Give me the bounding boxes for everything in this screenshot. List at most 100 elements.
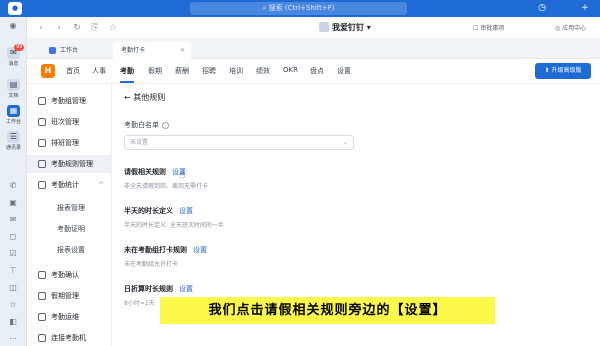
outside-group-rule-settings-link[interactable]: 设置 bbox=[193, 246, 207, 254]
halfday-rule-settings-link[interactable]: 设置 bbox=[179, 207, 193, 215]
hr-app-logo-icon: H bbox=[41, 64, 55, 78]
contacts-icon: ☰ bbox=[7, 131, 20, 143]
side-item-leave-management[interactable]: 假期管理 bbox=[27, 287, 112, 305]
menu-okr[interactable]: OKR bbox=[283, 66, 298, 74]
side-item-shift-management[interactable]: 班次管理 bbox=[27, 113, 112, 131]
mail-icon[interactable]: ✉ bbox=[7, 215, 19, 225]
rule-desc-outside-group: 未在考勤组允许打卡 bbox=[124, 261, 179, 268]
rail-label: 工作台 bbox=[5, 119, 21, 125]
star-icon[interactable]: ☆ bbox=[7, 300, 19, 310]
calendar-icon[interactable]: ▣ bbox=[7, 198, 19, 208]
menu-payroll[interactable]: 薪酬 bbox=[175, 66, 189, 76]
add-icon[interactable]: + bbox=[578, 2, 592, 15]
menu-inventory[interactable]: 盘点 bbox=[310, 66, 324, 76]
whitelist-label: 考勤白名单 bbox=[124, 120, 169, 130]
left-rail: ◉ ✉ 消息 99 ▤ 文档 ▦ 工作台 ☰ 通讯录 ✆ ▣ ✉ ◻ ☑ ⊤ ◫… bbox=[0, 17, 27, 346]
chevron-up-icon: ^ bbox=[98, 181, 104, 189]
rule-title-halfday: 半天的时长定义 设置 bbox=[124, 207, 193, 215]
workbench-icon: ▦ bbox=[7, 105, 20, 117]
chat-icon[interactable]: ◻ bbox=[7, 232, 19, 242]
side-item-operations[interactable]: 考勤运维 bbox=[27, 308, 112, 326]
side-item-report-settings[interactable]: 报表设置 bbox=[27, 241, 112, 259]
video-caption: 我们点击请假相关规则旁边的【设置】 bbox=[160, 297, 495, 324]
operations-icon bbox=[38, 313, 46, 321]
unread-badge: 99 bbox=[14, 44, 25, 51]
menu-attendance[interactable]: 考勤 bbox=[120, 66, 134, 83]
side-item-connect-device[interactable]: 连接考勤机 bbox=[27, 329, 112, 346]
statistics-icon bbox=[38, 181, 46, 189]
menu-performance[interactable]: 绩效 bbox=[256, 66, 270, 76]
shift-icon bbox=[38, 118, 46, 126]
tab-workbench[interactable]: 工作台 bbox=[41, 42, 86, 59]
rules-icon bbox=[38, 160, 46, 168]
side-menu: 考勤组管理 班次管理 排班管理 考勤规则管理 考勤统计 ^ 报表管理 考勤证明 报… bbox=[27, 84, 112, 346]
search-placeholder: 搜索 (Ctrl+Shift+F) bbox=[268, 4, 335, 12]
schedule-icon bbox=[38, 139, 46, 147]
side-item-confirmation[interactable]: 考勤确认 bbox=[27, 266, 112, 284]
rail-item-docs[interactable]: ▤ 文档 bbox=[0, 79, 27, 99]
rail-item-workbench[interactable]: ▦ 工作台 bbox=[0, 105, 27, 125]
rule-desc-daily-conversion: 8小时=1天 bbox=[124, 300, 155, 307]
book-icon[interactable]: ◧ bbox=[7, 317, 19, 327]
side-item-report-management[interactable]: 报表管理 bbox=[27, 199, 112, 217]
todo-icon[interactable]: ☑ bbox=[7, 249, 19, 259]
back-arrow-icon[interactable]: ‹ bbox=[35, 22, 47, 34]
refresh-icon[interactable]: ↻ bbox=[71, 22, 83, 34]
menu-home[interactable]: 首页 bbox=[66, 66, 80, 76]
upgrade-button[interactable]: ⬆ 升级高级版 bbox=[535, 63, 591, 79]
menu-personnel[interactable]: 人事 bbox=[92, 66, 106, 76]
confirm-icon bbox=[38, 271, 46, 279]
menu-settings[interactable]: 设置 bbox=[337, 66, 351, 76]
menu-training[interactable]: 培训 bbox=[229, 66, 243, 76]
app-center-link[interactable]: ◎ 应用中心 bbox=[555, 23, 586, 32]
chevron-down-icon: ⌄ bbox=[342, 139, 348, 146]
back-link[interactable]: ← 其他规则 bbox=[124, 92, 165, 103]
rail-label: 文档 bbox=[8, 93, 19, 99]
tab-bar: 工作台 考勤打卡 ✕ bbox=[27, 39, 600, 59]
phone-icon[interactable]: ✆ bbox=[7, 181, 19, 191]
rule-title-outside-group: 未在考勤组打卡规则 设置 bbox=[124, 246, 207, 254]
side-item-statistics[interactable]: 考勤统计 ^ bbox=[27, 176, 112, 194]
forward-arrow-icon[interactable]: › bbox=[53, 22, 65, 34]
rule-title-daily-conversion: 日折算时长规则 设置 bbox=[124, 285, 193, 293]
back-arrow-icon: ← bbox=[124, 93, 131, 102]
tab-attendance[interactable]: 考勤打卡 ✕ bbox=[113, 42, 191, 59]
org-icon bbox=[319, 22, 329, 32]
menu-recruit[interactable]: 招聘 bbox=[202, 66, 216, 76]
document-icon: ▤ bbox=[7, 79, 20, 91]
rule-title-leave: 请假相关规则 设置 bbox=[124, 168, 186, 176]
workbench-tab-icon bbox=[49, 47, 56, 54]
app-logo-icon: ● bbox=[8, 2, 22, 15]
rail-label: 通讯录 bbox=[5, 145, 21, 151]
global-search-input[interactable]: ⌕ 搜索 (Ctrl+Shift+F) bbox=[190, 2, 407, 15]
side-item-attendance-proof[interactable]: 考勤证明 bbox=[27, 220, 112, 238]
side-item-group-management[interactable]: 考勤组管理 bbox=[27, 92, 112, 110]
menu-leave[interactable]: 假期 bbox=[148, 66, 162, 76]
side-item-rules-management[interactable]: 考勤规则管理 bbox=[27, 155, 112, 173]
navigation-bar: ‹ › ↻ ⎘ ☆ 我爱钉钉 ▾ ☐ 审批事项 ◎ 应用中心 bbox=[27, 17, 600, 39]
drive-icon[interactable]: ◫ bbox=[7, 283, 19, 293]
whitelist-select[interactable]: 未设置 ⌄ bbox=[124, 135, 354, 150]
pin-icon[interactable]: ⊤ bbox=[7, 266, 19, 276]
clock-icon[interactable]: ◷ bbox=[535, 2, 549, 15]
module-menu: H 首页 人事 考勤 假期 薪酬 招聘 培训 绩效 OKR 盘点 设置 ⬆ 升级… bbox=[27, 59, 600, 84]
approval-link[interactable]: ☐ 审批事项 bbox=[473, 23, 504, 32]
rail-label: 消息 bbox=[8, 61, 19, 67]
rail-item-message[interactable]: ✉ 消息 99 bbox=[0, 44, 27, 67]
device-icon bbox=[38, 334, 46, 342]
side-item-schedule-management[interactable]: 排班管理 bbox=[27, 134, 112, 152]
daily-conversion-rule-settings-link[interactable]: 设置 bbox=[179, 285, 193, 293]
favorite-icon[interactable]: ☆ bbox=[107, 22, 119, 34]
share-icon[interactable]: ⎘ bbox=[89, 22, 101, 34]
mouse-cursor-icon: ☝ bbox=[179, 170, 186, 181]
rail-item-contacts[interactable]: ☰ 通讯录 bbox=[0, 131, 27, 151]
org-title[interactable]: 我爱钉钉 ▾ bbox=[332, 22, 371, 33]
group-icon bbox=[38, 97, 46, 105]
info-icon[interactable] bbox=[162, 121, 169, 129]
leave-icon bbox=[38, 292, 46, 300]
title-bar: ● ⌕ 搜索 (Ctrl+Shift+F) ◷ + bbox=[0, 0, 600, 17]
more-apps-icon[interactable]: ⋯ bbox=[7, 334, 19, 344]
avatar-icon[interactable]: ◉ bbox=[7, 21, 19, 31]
close-icon[interactable]: ✕ bbox=[180, 42, 185, 59]
rule-desc-halfday: 半天的时长定义: 全天班次时间的一半 bbox=[124, 222, 224, 229]
